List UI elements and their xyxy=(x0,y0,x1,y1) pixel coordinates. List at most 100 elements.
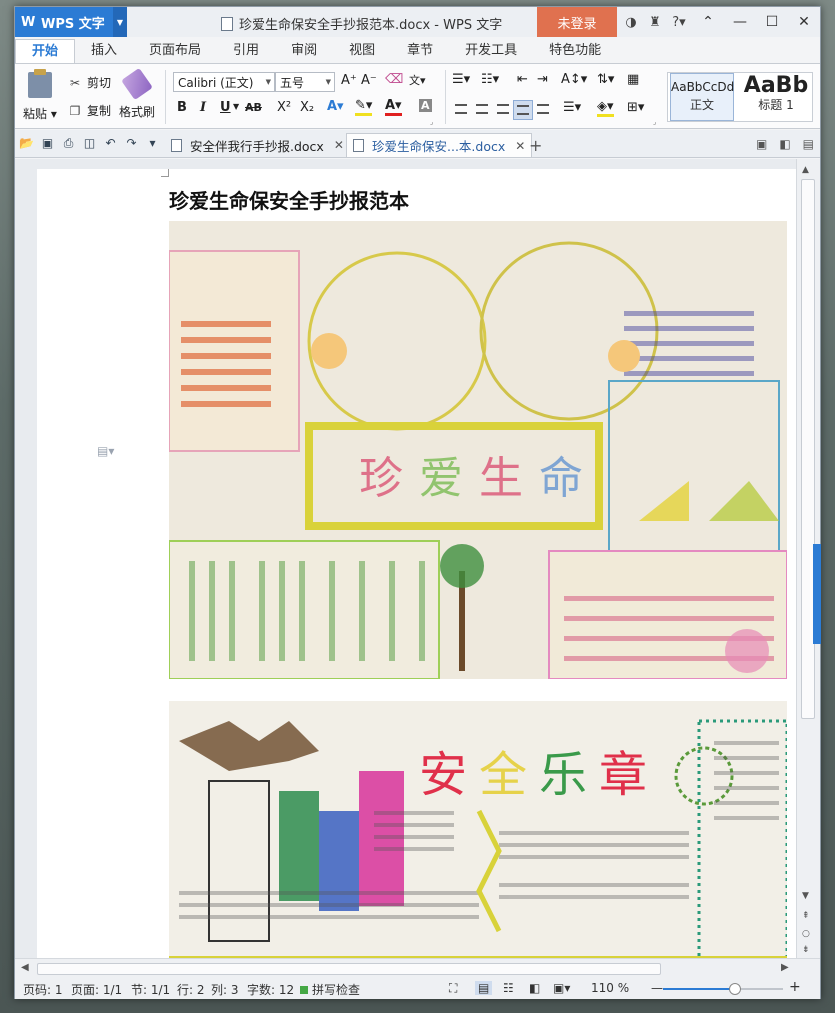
login-button[interactable]: 未登录 xyxy=(537,7,617,37)
spell-check-toggle[interactable]: 拼写检查 xyxy=(300,981,360,998)
redo-icon[interactable]: ↷ xyxy=(124,136,139,151)
save-icon[interactable]: ▣ xyxy=(40,136,55,151)
cut-button[interactable]: ✂ 剪切 xyxy=(67,74,111,91)
select-browse-object-icon[interactable]: ○ xyxy=(802,929,810,939)
align-right-icon[interactable] xyxy=(497,104,509,114)
tab-section[interactable]: 章节 xyxy=(391,39,449,63)
skin-icon[interactable]: ◑ xyxy=(619,7,643,37)
side-panel-handle[interactable] xyxy=(813,544,821,644)
underline-button[interactable]: U xyxy=(220,100,231,115)
paragraph-layout-icon[interactable]: ▤▾ xyxy=(97,444,114,458)
chevron-down-icon[interactable]: ▼ xyxy=(233,102,239,111)
numbered-list-icon[interactable]: ☷▾ xyxy=(481,72,499,87)
print-icon[interactable]: ⎙ xyxy=(61,136,76,151)
undo-icon[interactable]: ↶ xyxy=(103,136,118,151)
status-section[interactable]: 节: 1/1 xyxy=(131,981,170,998)
tab-home[interactable]: 开始 xyxy=(15,39,76,63)
tab-document-2[interactable]: 珍爱生命保安...本.docx ✕ xyxy=(346,133,533,157)
format-painter-button[interactable]: 格式刷 xyxy=(119,67,155,120)
eye-protection-icon[interactable]: ▣▾ xyxy=(553,981,570,995)
font-size-select[interactable]: 五号 ▼ xyxy=(275,72,335,92)
scrollbar-thumb[interactable] xyxy=(37,963,661,975)
close-icon[interactable]: ✕ xyxy=(334,138,344,152)
tab-document-1[interactable]: 安全伴我行手抄报.docx ✕ xyxy=(165,133,350,157)
italic-button[interactable]: I xyxy=(200,100,206,115)
font-name-select[interactable]: Calibri (正文) ▼ xyxy=(173,72,275,92)
shading-icon[interactable]: ◈▾ xyxy=(597,100,614,117)
document-info-icon[interactable]: ◧ xyxy=(779,137,790,151)
document-canvas[interactable]: 珍爱生命保安全手抄报范本 ▤▾ 珍 爱 生 命 安 全 乐 章 xyxy=(15,159,796,958)
help-icon[interactable]: ?▾ xyxy=(667,7,691,37)
pinyin-icon[interactable]: 文▾ xyxy=(409,72,426,88)
status-word-count[interactable]: 字数: 12 xyxy=(247,981,294,998)
backup-icon[interactable]: ▣ xyxy=(756,137,767,151)
paragraph-dialog-launcher-icon[interactable]: ⌟ xyxy=(653,118,656,126)
chevron-down-icon[interactable]: ▼ xyxy=(113,7,127,37)
page-view-icon[interactable]: ▤ xyxy=(475,981,493,995)
scroll-up-icon[interactable]: ▲ xyxy=(802,165,809,175)
zoom-out-icon[interactable]: — xyxy=(651,981,663,995)
shirt-icon[interactable]: ♜ xyxy=(643,7,667,37)
tab-developer[interactable]: 开发工具 xyxy=(449,39,533,63)
tab-special[interactable]: 特色功能 xyxy=(533,39,617,63)
status-page-num[interactable]: 页码: 1 xyxy=(23,981,63,998)
status-col[interactable]: 列: 3 xyxy=(211,981,239,998)
scroll-down-icon[interactable]: ▼ xyxy=(802,891,809,901)
maximize-button[interactable]: ☐ xyxy=(756,7,788,37)
char-shading-icon[interactable]: A xyxy=(419,99,432,112)
next-page-icon[interactable]: ⇟ xyxy=(802,945,810,955)
poster-image-1[interactable]: 珍 爱 生 命 xyxy=(169,221,787,679)
minimize-button[interactable]: — xyxy=(724,7,756,37)
zoom-level[interactable]: 110 % xyxy=(591,981,629,995)
share-icon[interactable]: ▤ xyxy=(803,137,814,151)
outline-view-icon[interactable]: ☷ xyxy=(503,981,514,995)
highlight-icon[interactable]: ✎▾ xyxy=(355,99,373,116)
style-heading-1[interactable]: AaBb 标题 1 xyxy=(736,73,812,121)
app-menu-button[interactable]: W WPS 文字 ▼ xyxy=(15,7,127,37)
border-icon[interactable]: ⊞▾ xyxy=(627,100,644,115)
text-effect-icon[interactable]: A▾ xyxy=(327,99,344,114)
open-icon[interactable]: 📂 xyxy=(19,136,34,151)
font-color-icon[interactable]: A▾ xyxy=(385,99,402,116)
web-view-icon[interactable]: ◧ xyxy=(529,981,540,995)
close-icon[interactable]: ✕ xyxy=(515,139,525,153)
tab-page-layout[interactable]: 页面布局 xyxy=(133,39,217,63)
zoom-slider[interactable] xyxy=(663,983,783,995)
zoom-slider-handle[interactable] xyxy=(729,983,741,995)
align-center-icon[interactable] xyxy=(476,104,488,114)
strikethrough-button[interactable]: AB xyxy=(245,101,262,114)
chevron-down-icon[interactable]: ▾ xyxy=(145,136,160,151)
superscript-button[interactable]: X² xyxy=(277,100,291,115)
scroll-right-icon[interactable]: ▶ xyxy=(781,962,789,973)
style-normal[interactable]: AaBbCcDd 正文 xyxy=(670,73,734,121)
tab-references[interactable]: 引用 xyxy=(217,39,275,63)
font-dialog-launcher-icon[interactable]: ⌟ xyxy=(430,118,433,126)
tab-insert[interactable]: 插入 xyxy=(75,39,133,63)
print-preview-icon[interactable]: ◫ xyxy=(82,136,97,151)
document-heading[interactable]: 珍爱生命保安全手抄报范本 xyxy=(169,185,409,214)
collapse-ribbon-icon[interactable]: ⌃ xyxy=(692,7,724,37)
sort-icon[interactable]: ⇅▾ xyxy=(597,72,614,87)
zoom-in-icon[interactable]: + xyxy=(789,979,801,995)
table-icon[interactable]: ▦ xyxy=(627,72,639,87)
bold-button[interactable]: B xyxy=(177,100,187,115)
shrink-font-icon[interactable]: A⁻ xyxy=(361,73,377,88)
line-spacing-icon[interactable]: ☰▾ xyxy=(563,100,581,115)
decrease-indent-icon[interactable]: ⇤ xyxy=(517,72,528,87)
increase-indent-icon[interactable]: ⇥ xyxy=(537,72,548,87)
align-left-icon[interactable] xyxy=(455,104,467,114)
scroll-left-icon[interactable]: ◀ xyxy=(21,962,29,973)
horizontal-scrollbar[interactable]: ◀ ▶ xyxy=(15,958,820,978)
clear-format-icon[interactable]: ⌫ xyxy=(385,72,403,87)
copy-button[interactable]: ❐ 复制 xyxy=(67,102,111,119)
poster-image-2[interactable]: 安 全 乐 章 xyxy=(169,701,787,958)
paste-button[interactable]: 粘贴 ▾ xyxy=(23,69,57,122)
reading-mode-icon[interactable]: ⛶ xyxy=(449,981,457,996)
grow-font-icon[interactable]: A⁺ xyxy=(341,73,357,88)
bullet-list-icon[interactable]: ☰▾ xyxy=(452,72,470,87)
tab-review[interactable]: 审阅 xyxy=(275,39,333,63)
subscript-button[interactable]: X₂ xyxy=(300,100,314,115)
tab-view[interactable]: 视图 xyxy=(333,39,391,63)
text-direction-icon[interactable]: A↕▾ xyxy=(561,72,587,87)
prev-page-icon[interactable]: ⇞ xyxy=(802,911,810,921)
